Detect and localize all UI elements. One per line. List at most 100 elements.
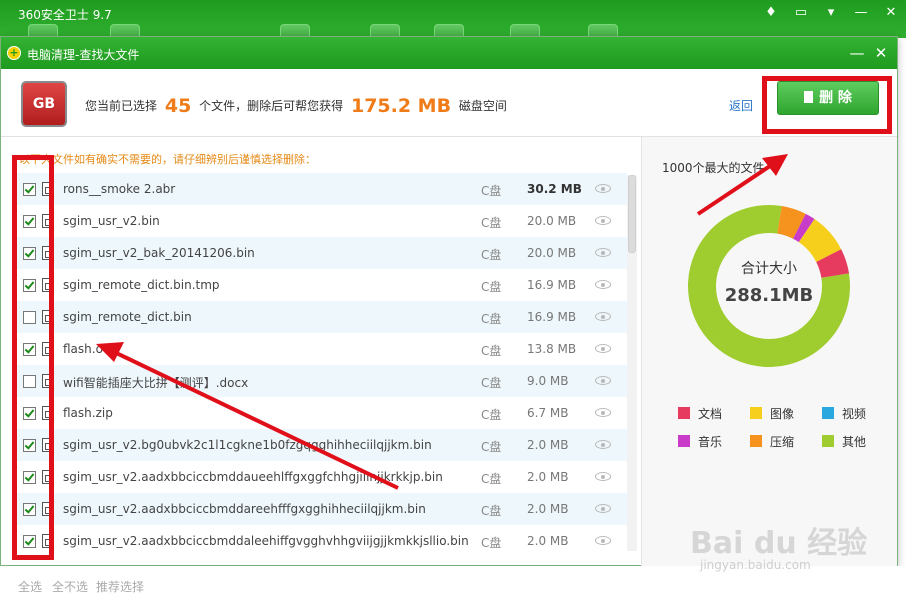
legend-item: 音乐 bbox=[678, 433, 722, 450]
file-name: sgim_usr_v2.aadxbbciccbmddaueehlffgxggfc… bbox=[63, 470, 443, 484]
baidu-watermark-url: jingyan.baidu.com bbox=[700, 558, 811, 572]
file-row[interactable]: sgim_usr_v2_bak_20141206.bin C盘 20.0 MB bbox=[15, 237, 627, 269]
scrollbar-thumb[interactable] bbox=[628, 175, 636, 253]
preview-eye-icon[interactable] bbox=[595, 440, 611, 449]
legend-item: 文档 bbox=[678, 405, 722, 422]
file-name: wifi智能插座大比拼【测评】.docx bbox=[63, 376, 249, 390]
file-row[interactable]: sgim_usr_v2.aadxbbciccbmddaleehiffgvgghv… bbox=[15, 525, 627, 557]
app-window-controls: ♦ ▭ ▾ — ✕ bbox=[756, 0, 906, 24]
app-skin-icon[interactable]: ♦ bbox=[756, 0, 786, 24]
legend-swatch bbox=[750, 407, 762, 419]
file-row[interactable]: sgim_usr_v2.aadxbbciccbmddareehfffgxgghi… bbox=[15, 493, 627, 525]
file-row[interactable]: flash.ocx C盘 13.8 MB bbox=[15, 333, 627, 365]
file-list-area: 以下大文件如有确实不需要的，请仔细辨别后谨慎选择删除： rons__smoke … bbox=[1, 137, 641, 567]
list-scrollbar[interactable] bbox=[627, 175, 637, 551]
file-size: 16.9 MB bbox=[527, 278, 577, 292]
preview-eye-icon[interactable] bbox=[595, 504, 611, 513]
preview-eye-icon[interactable] bbox=[595, 472, 611, 481]
donut-center-label: 合计大小 bbox=[741, 261, 797, 277]
legend-item: 图像 bbox=[750, 405, 794, 422]
preview-eye-icon[interactable] bbox=[595, 408, 611, 417]
legend-swatch bbox=[750, 435, 762, 447]
size-chart-panel: 1000个最大的文件 合计大小 288.1MB 文档 图像 视频音乐 压缩 其他 bbox=[641, 137, 897, 567]
dialog-title-bar: + 电脑清理-查找大文件 — ✕ bbox=[1, 37, 897, 69]
legend-swatch bbox=[678, 435, 690, 447]
360-logo-icon: + bbox=[7, 46, 21, 60]
file-drive: C盘 bbox=[481, 408, 502, 422]
file-size: 6.7 MB bbox=[527, 406, 569, 420]
legend-swatch bbox=[822, 407, 834, 419]
panel-title: 1000个最大的文件 bbox=[662, 161, 765, 175]
preview-eye-icon[interactable] bbox=[595, 216, 611, 225]
donut-center-value: 288.1MB bbox=[725, 285, 814, 306]
minimize-icon[interactable]: — bbox=[847, 43, 867, 63]
file-name: sgim_usr_v2.aadxbbciccbmddareehfffgxgghi… bbox=[63, 502, 426, 516]
file-size: 20.0 MB bbox=[527, 246, 577, 260]
size-donut-chart: 合计大小 288.1MB bbox=[688, 205, 850, 367]
dialog-title: 电脑清理-查找大文件 bbox=[27, 48, 140, 62]
file-row[interactable]: wifi智能插座大比拼【测评】.docx C盘 9.0 MB bbox=[15, 365, 627, 397]
file-row[interactable]: sgim_usr_v2.bg0ubvk2c1l1cgkne1b0fzgqgghi… bbox=[15, 429, 627, 461]
warning-notice: 以下大文件如有确实不需要的，请仔细辨别后谨慎选择删除： bbox=[19, 153, 316, 166]
preview-eye-icon[interactable] bbox=[595, 280, 611, 289]
file-size: 20.0 MB bbox=[527, 214, 577, 228]
file-size: 16.9 MB bbox=[527, 310, 577, 324]
file-drive: C盘 bbox=[481, 536, 502, 550]
app-minimize-icon[interactable]: — bbox=[846, 0, 876, 24]
file-drive: C盘 bbox=[481, 312, 502, 326]
file-row[interactable]: rons__smoke 2.abr C盘 30.2 MB bbox=[15, 173, 627, 205]
app-menu-icon[interactable]: ▾ bbox=[816, 0, 846, 24]
file-drive: C盘 bbox=[481, 472, 502, 486]
file-row[interactable]: sgim_remote_dict.bin C盘 16.9 MB bbox=[15, 301, 627, 333]
preview-eye-icon[interactable] bbox=[595, 344, 611, 353]
file-drive: C盘 bbox=[481, 344, 502, 358]
file-name: flash.ocx bbox=[63, 342, 117, 356]
preview-eye-icon[interactable] bbox=[595, 312, 611, 321]
donut-segment-music bbox=[792, 213, 815, 243]
file-size: 13.8 MB bbox=[527, 342, 577, 356]
legend-label: 压缩 bbox=[770, 435, 795, 449]
file-name: sgim_usr_v2.bg0ubvk2c1l1cgkne1b0fzgqgghi… bbox=[63, 438, 432, 452]
annotation-box-checkboxes bbox=[12, 155, 54, 560]
legend-label: 视频 bbox=[842, 407, 867, 421]
app-title-bar: 360安全卫士 9.7 ♦ ▭ ▾ — ✕ bbox=[0, 0, 906, 42]
legend-label: 其他 bbox=[842, 435, 867, 449]
file-drive: C盘 bbox=[481, 440, 502, 454]
file-drive: C盘 bbox=[481, 280, 502, 294]
file-list: rons__smoke 2.abr C盘 30.2 MB sgim_usr_v2.bi… bbox=[15, 173, 627, 557]
legend-swatch bbox=[678, 407, 690, 419]
app-close-icon[interactable]: ✕ bbox=[876, 0, 906, 24]
baidu-watermark: Bai du 经验 bbox=[690, 526, 868, 561]
close-icon[interactable]: ✕ bbox=[871, 43, 891, 63]
recommend-select-link[interactable]: 推荐选择 bbox=[96, 578, 144, 595]
file-size: 2.0 MB bbox=[527, 438, 569, 452]
legend-swatch bbox=[822, 435, 834, 447]
annotation-box-delete bbox=[762, 76, 892, 134]
reclaim-size: 175.2 MB bbox=[350, 95, 452, 117]
summary-prefix: 您当前已选择 bbox=[85, 99, 158, 113]
donut-segment-image bbox=[798, 219, 842, 263]
summary-mid: 个文件，删除后可帮您获得 bbox=[199, 99, 344, 113]
file-row[interactable]: flash.zip C盘 6.7 MB bbox=[15, 397, 627, 429]
file-row[interactable]: sgim_usr_v2.bin C盘 20.0 MB bbox=[15, 205, 627, 237]
app-message-icon[interactable]: ▭ bbox=[786, 0, 816, 24]
file-name: rons__smoke 2.abr bbox=[63, 182, 176, 196]
preview-eye-icon[interactable] bbox=[595, 536, 611, 545]
preview-eye-icon[interactable] bbox=[595, 248, 611, 257]
file-row[interactable]: sgim_remote_dict.bin.tmp C盘 16.9 MB bbox=[15, 269, 627, 301]
file-size: 2.0 MB bbox=[527, 502, 569, 516]
file-name: sgim_remote_dict.bin bbox=[63, 310, 192, 324]
legend-label: 图像 bbox=[770, 407, 795, 421]
file-drive: C盘 bbox=[481, 184, 502, 198]
selected-count: 45 bbox=[164, 95, 192, 117]
file-row[interactable]: sgim_usr_v2.aadxbbciccbmddaueehlffgxggfc… bbox=[15, 461, 627, 493]
file-name: sgim_remote_dict.bin.tmp bbox=[63, 278, 220, 292]
back-link[interactable]: 返回 bbox=[729, 97, 753, 114]
select-all-link[interactable]: 全选 bbox=[18, 578, 42, 595]
preview-eye-icon[interactable] bbox=[595, 184, 611, 193]
legend-label: 文档 bbox=[698, 407, 723, 421]
file-name: sgim_usr_v2.aadxbbciccbmddaleehiffgvgghv… bbox=[63, 534, 469, 548]
preview-eye-icon[interactable] bbox=[595, 376, 611, 385]
legend-item: 压缩 bbox=[750, 433, 794, 450]
select-none-link[interactable]: 全不选 bbox=[52, 578, 88, 595]
